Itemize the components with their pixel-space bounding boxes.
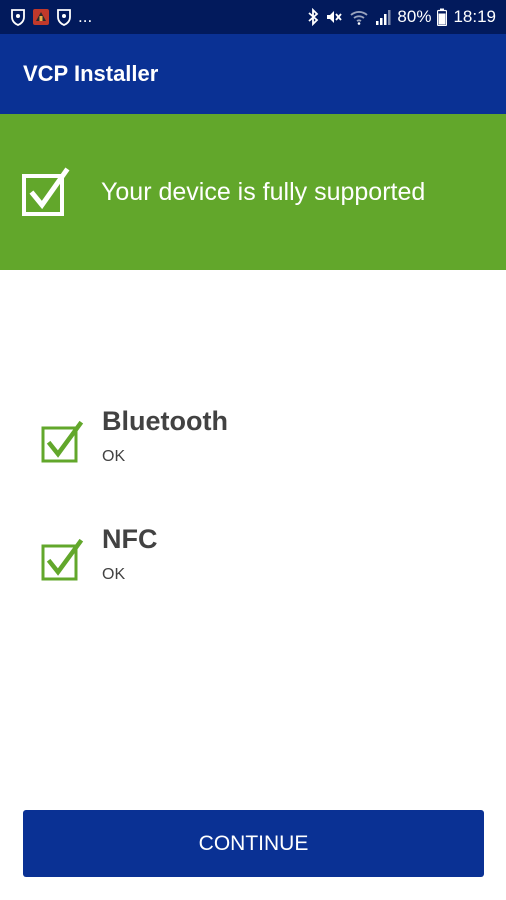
battery-icon xyxy=(437,8,448,26)
continue-button[interactable]: CONTINUE xyxy=(23,810,484,877)
checkbox-checked-icon xyxy=(21,167,71,217)
checkbox-checked-icon xyxy=(40,538,84,582)
checkbox-checked-icon xyxy=(40,420,84,464)
bluetooth-icon xyxy=(307,8,319,26)
app-title: VCP Installer xyxy=(23,61,159,86)
check-item-bluetooth: Bluetooth OK xyxy=(40,405,228,466)
mute-icon xyxy=(325,8,343,26)
check-item-nfc: NFC OK xyxy=(40,523,158,584)
app-bar: VCP Installer xyxy=(0,34,506,114)
check-item-status: OK xyxy=(102,566,126,583)
shield-icon xyxy=(10,8,26,26)
check-item-title: NFC xyxy=(102,524,158,554)
signal-icon xyxy=(375,8,391,26)
notification-area: ... xyxy=(10,7,92,27)
support-status-banner: Your device is fully supported xyxy=(0,114,506,270)
system-status-area: 80% 18:19 xyxy=(307,7,496,27)
check-item-title: Bluetooth xyxy=(102,406,228,436)
more-notifications-indicator: ... xyxy=(78,7,93,26)
clock: 18:19 xyxy=(453,7,496,26)
shield-icon xyxy=(56,8,72,26)
battery-percentage: 80% xyxy=(397,7,432,26)
check-item-status: OK xyxy=(102,448,126,465)
continue-button-label: CONTINUE xyxy=(198,831,309,855)
app-notification-icon xyxy=(32,8,50,26)
banner-message: Your device is fully supported xyxy=(101,177,426,206)
status-bar: ... 80% 18:19 xyxy=(0,0,506,34)
wifi-icon xyxy=(349,8,369,26)
